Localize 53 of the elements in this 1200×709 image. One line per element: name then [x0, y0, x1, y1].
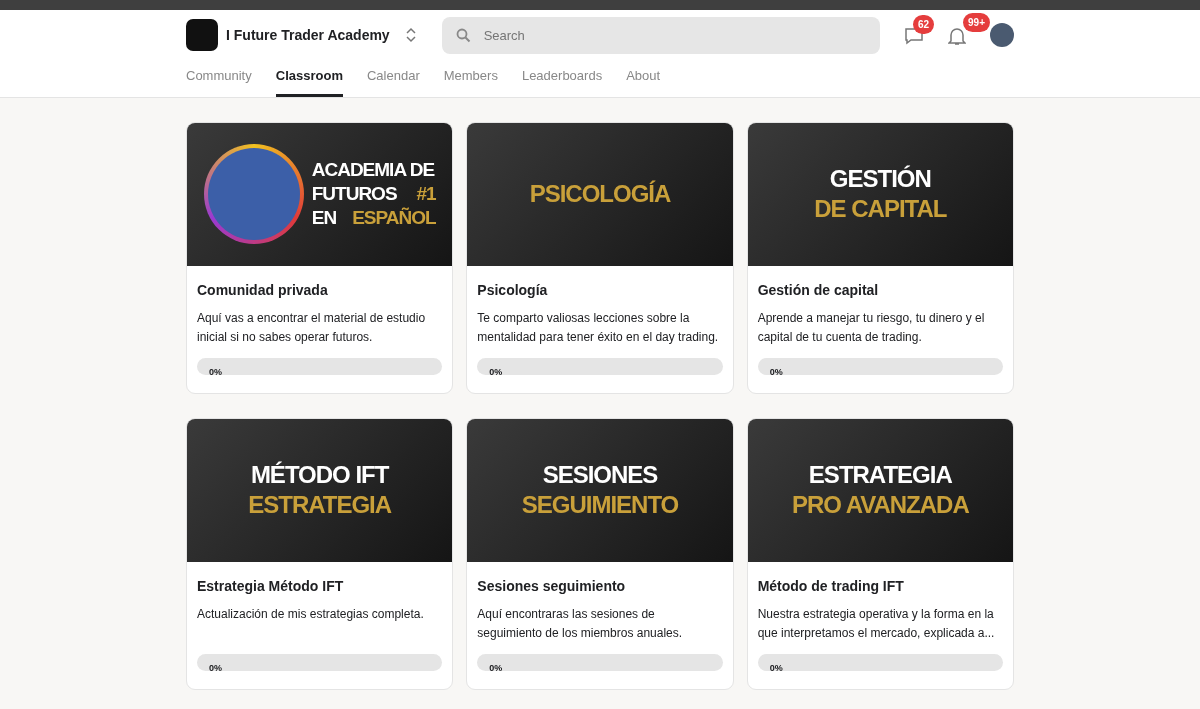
group-name[interactable]: I Future Trader Academy [226, 24, 390, 46]
cover-text: ESPAÑOL [352, 205, 436, 230]
cover-text: MÉTODO IFT [250, 460, 389, 490]
avatar[interactable] [990, 23, 1014, 47]
nav-tab[interactable]: Community [186, 66, 252, 97]
course-description: Nuestra estrategia operativa y la forma en la que interpretamos el mercado, explicada a... [757, 605, 996, 642]
course-title: Estrategia Método IFT [197, 576, 345, 596]
progress-label: 0% [488, 662, 503, 673]
cover-text: ESTRATEGIA [248, 490, 392, 520]
search-field[interactable]: Search [441, 16, 880, 54]
nav-tab[interactable]: Classroom [275, 66, 343, 97]
course-title: Psicología [477, 280, 549, 300]
course-card[interactable]: MÉTODO IFT ESTRATEGIA Estrategia Método IFT Actualización de mis estrategias completa. 0% [186, 417, 454, 690]
course-title: Gestión de capital [757, 280, 880, 300]
course-title: Método de trading IFT [757, 576, 905, 596]
course-description: Aquí vas a encontrar el material de estudio inicial si no sabes operar futuros. [197, 309, 427, 346]
cover-text: SESIONES [542, 460, 658, 490]
course-card[interactable]: ESTRATEGIA PRO AVANZADA Método de trading IFT Nuestra estrategia operativa y la forma en la que interpretamos el mercado, explicada a... 0% [746, 417, 1014, 690]
course-card[interactable]: GESTIÓN DE CAPITAL Gestión de capital Aprende a manejar tu riesgo, tu dinero y el capital de tu cuenta de trading. 0% [746, 121, 1014, 394]
nav-tab[interactable]: Calendar [366, 66, 420, 97]
nav-tab[interactable]: About [626, 66, 661, 97]
progress-label: 0% [768, 662, 783, 673]
progress-label: 0% [768, 366, 783, 377]
course-description: Aquí encontraras las sesiones de seguimiento de los miembros anuales. [477, 605, 684, 642]
course-title: Comunidad privada [197, 280, 329, 300]
cover-text: PRO AVANZADA [791, 490, 969, 520]
unread-count: 62 [912, 15, 934, 34]
progress-label: 0% [488, 366, 503, 377]
chat-icon[interactable] [904, 26, 924, 45]
course-title: Sesiones seguimiento [477, 576, 627, 596]
group-logo[interactable] [186, 19, 218, 51]
cover-text: GESTIÓN [829, 164, 931, 194]
cover-text: SEGUIMIENTO [521, 490, 679, 520]
notification-count: 99+ [963, 13, 990, 32]
cover-text: ACADEMIA DE [311, 158, 435, 183]
course-description: Te comparto valiosas lecciones sobre la mentalidad para tener éxito en el day trading. [477, 309, 720, 346]
course-card[interactable]: SESIONES SEGUIMIENTO Sesiones seguimiento Aquí encontraras las sesiones de seguimiento de los miembros anuales. 0% [466, 417, 734, 690]
course-card[interactable]: PSICOLOGÍA Psicología Te comparto valiosas lecciones sobre la mentalidad para tener éxito en el day trading. 0% [466, 121, 734, 394]
course-description: Aprende a manejar tu riesgo, tu dinero y el capital de tu cuenta de trading. [757, 309, 986, 346]
cover-text: FUTUROS [311, 182, 397, 206]
cover-text: EN [311, 205, 337, 230]
progress-label: 0% [208, 366, 222, 377]
nav-tab[interactable]: Members [443, 66, 498, 97]
course-description: Actualización de mis estrategias completa. [197, 605, 425, 623]
nav-tab[interactable]: Leaderboards [521, 66, 603, 97]
cover-text: PSICOLOGÍA [529, 179, 671, 209]
bell-icon[interactable] [948, 25, 966, 46]
progress-label: 0% [208, 662, 222, 673]
expand-icon[interactable] [405, 27, 416, 43]
cover-text: DE CAPITAL [814, 194, 947, 224]
cover-text: ESTRATEGIA [808, 460, 952, 490]
course-card[interactable]: ACADEMIA DE FUTUROS #1 EN ESPAÑOL Comunidad privada Aquí vas a encontrar el material de estudio inicial si no sabes operar futuros. 0% [186, 121, 454, 394]
cover-text: #1 [416, 182, 436, 206]
